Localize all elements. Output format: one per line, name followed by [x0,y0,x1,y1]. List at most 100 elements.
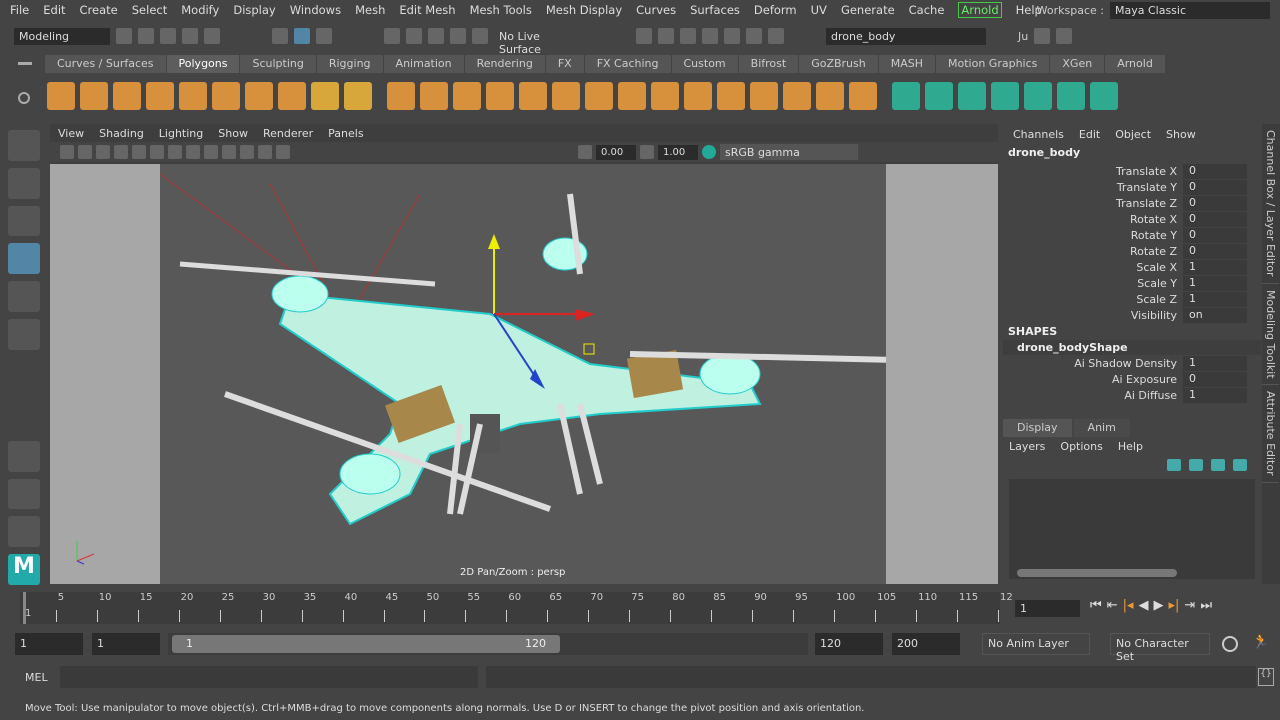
channel-label[interactable]: Visibility [1003,309,1183,322]
layer-menu-layers[interactable]: Layers [1009,440,1045,453]
menu-windows[interactable]: Windows [290,3,341,17]
channel-menu-show[interactable]: Show [1166,128,1196,141]
shelf-cube-icon[interactable] [80,82,108,110]
menu-edit-mesh[interactable]: Edit Mesh [399,3,455,17]
manipulator-center[interactable] [583,343,595,355]
tab-sculpting[interactable]: Sculpting [240,55,316,73]
shelf-target-weld-icon[interactable] [750,82,778,110]
viewport-3d[interactable]: 2D Pan/Zoom : persp [50,164,998,584]
color-space-dropdown[interactable]: sRGB gamma [720,144,858,160]
shelf-cylinder-icon[interactable] [113,82,141,110]
snap-surface-icon[interactable] [472,28,488,44]
layer-menu-options[interactable]: Options [1060,440,1102,453]
new-scene-icon[interactable] [116,28,132,44]
channel-row[interactable]: Translate X0 [1003,163,1261,179]
select-tool-icon[interactable] [8,130,40,161]
menu-modify[interactable]: Modify [181,3,219,17]
end-time-field[interactable]: 200 [892,633,960,655]
panel-toggle-icon[interactable] [768,28,784,44]
step-forward-frame-icon[interactable]: ▸| [1169,598,1180,613]
menu-edit[interactable]: Edit [43,3,65,17]
menu-select[interactable]: Select [132,3,167,17]
ipr-render-icon[interactable] [680,28,696,44]
tab-custom[interactable]: Custom [671,55,738,73]
step-forward-key-icon[interactable]: ⇥ [1184,598,1195,613]
menu-file[interactable]: File [10,3,29,17]
tab-arnold[interactable]: Arnold [1105,55,1165,73]
tab-anim[interactable]: Anim [1073,419,1130,437]
shelf-edge-loop-icon[interactable] [783,82,811,110]
layer-list-scrollbar[interactable] [1017,569,1177,577]
channel-row[interactable]: Translate Y0 [1003,179,1261,195]
viewport-menu-panels[interactable]: Panels [328,127,363,140]
channel-value[interactable]: 1 [1183,355,1247,371]
shelf-svg-icon[interactable] [344,82,372,110]
shelf-insert-loop-icon[interactable] [816,82,844,110]
live-surface-field[interactable]: No Live Surface [494,27,584,56]
new-layer-icon[interactable] [1211,459,1225,471]
side-tab-channel-box-layer-editor[interactable]: Channel Box / Layer Editor [1262,124,1279,284]
start-time-field[interactable]: 1 [15,633,83,655]
gamma-icon[interactable] [640,145,654,159]
menu-deform[interactable]: Deform [754,3,797,17]
menu-cache[interactable]: Cache [909,3,945,17]
viewport-menu-renderer[interactable]: Renderer [263,127,313,140]
current-time-marker[interactable] [23,592,26,624]
channel-label[interactable]: Ai Exposure [1003,373,1183,386]
viewport-menu-show[interactable]: Show [218,127,248,140]
shelf-plane-icon[interactable] [179,82,207,110]
channel-value[interactable]: 0 [1183,211,1247,227]
play-backward-icon[interactable]: ◀ [1139,598,1149,613]
viewport-menu-lighting[interactable]: Lighting [159,127,203,140]
shelf-multi-cut-icon[interactable] [717,82,745,110]
channel-row[interactable]: Rotate Z0 [1003,243,1261,259]
channel-value[interactable]: 0 [1183,227,1247,243]
toggle-panel-icon[interactable] [1056,28,1073,44]
channel-menu-edit[interactable]: Edit [1079,128,1100,141]
character-set-dropdown[interactable]: No Character Set [1110,633,1210,663]
channel-value[interactable]: 0 [1183,179,1247,195]
shadows-icon[interactable] [222,145,236,159]
channel-label[interactable]: Scale Z [1003,293,1183,306]
tab-display[interactable]: Display [1003,419,1072,437]
step-back-frame-icon[interactable]: |◂ [1123,598,1134,613]
channel-row[interactable]: Scale X1 [1003,259,1261,275]
menu-generate[interactable]: Generate [841,3,895,17]
isolate-select-icon[interactable] [258,145,272,159]
channel-value[interactable]: 0 [1183,163,1247,179]
save-scene-icon[interactable] [160,28,176,44]
shelf-cone-icon[interactable] [146,82,174,110]
shelf-unfold-icon[interactable] [1090,82,1118,110]
channel-label[interactable]: Rotate Z [1003,245,1183,258]
channel-value[interactable]: 0 [1183,371,1247,387]
render-icon[interactable] [658,28,674,44]
camera-attributes-icon[interactable] [78,145,92,159]
step-back-key-icon[interactable]: ⇤ [1107,598,1118,613]
viewport-menu-shading[interactable]: Shading [99,127,144,140]
shelf-cylindrical-uv-icon[interactable] [925,82,953,110]
side-tab-modeling-toolkit[interactable]: Modeling Toolkit [1262,284,1279,386]
object-name-field[interactable]: drone_body [826,27,986,45]
shelf-spherical-uv-icon[interactable] [958,82,986,110]
channel-menu-channels[interactable]: Channels [1013,128,1064,141]
channel-value[interactable]: 1 [1183,387,1247,403]
shelf-bridge-icon[interactable] [585,82,613,110]
arnold-render-icon[interactable] [746,28,762,44]
shelf-smooth-icon[interactable] [486,82,514,110]
channel-label[interactable]: Ai Shadow Density [1003,357,1183,370]
channel-label[interactable]: Ai Diffuse [1003,389,1183,402]
select-component-icon[interactable] [316,28,332,44]
play-forward-icon[interactable]: ▶ [1154,598,1164,613]
range-slider-handle[interactable]: 1 120 [172,635,560,653]
tab-xgen[interactable]: XGen [1050,55,1105,73]
channel-label[interactable]: Translate Z [1003,197,1183,210]
tab-fx[interactable]: FX [545,55,584,73]
tab-bifrost[interactable]: Bifrost [738,55,799,73]
snap-point-icon[interactable] [428,28,444,44]
menu-curves[interactable]: Curves [636,3,676,17]
shelf-transfer-icon[interactable] [1057,82,1085,110]
menu-surfaces[interactable]: Surfaces [690,3,740,17]
tab-motion-graphics[interactable]: Motion Graphics [936,55,1050,73]
workspace-dropdown[interactable]: Maya Classic [1110,2,1270,19]
single-perspective-layout-icon[interactable] [8,440,40,472]
